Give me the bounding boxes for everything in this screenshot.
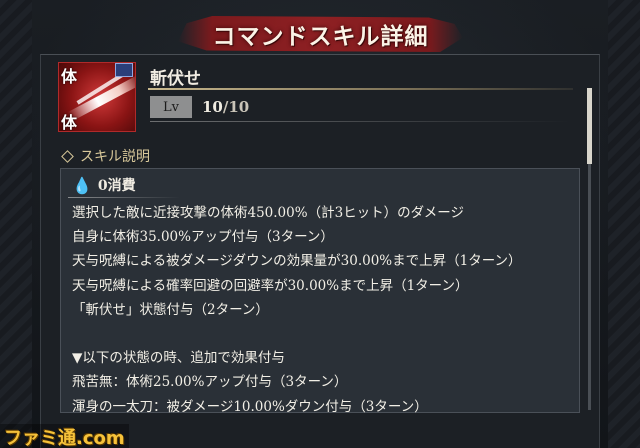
description-line-blank xyxy=(72,322,572,346)
icon-kanji-top: 体 xyxy=(61,67,78,86)
description-text: 選択した敵に近接攻撃の体術450.00%（計3ヒット）のダメージ 自身に体術35… xyxy=(72,201,572,419)
description-line: 渾身の一太刀：被ダメージ10.00%ダウン付与（3ターン） xyxy=(72,398,428,415)
level-max: 10 xyxy=(228,98,250,116)
skill-name: 斬伏せ xyxy=(150,69,201,89)
description-line: 「斬伏せ」状態付与（2ターン） xyxy=(72,301,269,318)
site-watermark: ファミ通.com xyxy=(0,424,129,448)
slash-stroke xyxy=(67,74,135,122)
level-divider xyxy=(150,121,570,122)
description-line: 選択した敵に近接攻撃の体術450.00%（計3ヒット）のダメージ xyxy=(72,205,464,221)
description-line: ▼以下の状態の時、追加で効果付与 xyxy=(72,350,285,367)
scrollbar-thumb[interactable] xyxy=(587,88,592,164)
cost-text: 0消費 xyxy=(97,178,136,194)
level-current: 10 xyxy=(202,98,223,116)
level-label: Lv xyxy=(150,96,192,118)
section-title: スキル説明 xyxy=(80,149,150,165)
title-banner: コマンドスキル詳細 xyxy=(178,14,463,54)
scrollbar[interactable] xyxy=(587,88,592,410)
diamond-icon xyxy=(61,149,74,163)
slash-attack-icon: 体 体 xyxy=(58,62,136,132)
description-line: 飛苦無：体術25.00%アップ付与（3ターン） xyxy=(72,374,348,391)
water-drop-icon: 💧 xyxy=(72,175,92,195)
cost-row: 💧 0消費 xyxy=(72,175,136,195)
level-row: Lv 10 / 10 xyxy=(150,96,249,118)
icon-kanji-bottom: 体 xyxy=(61,113,78,132)
section-header-skill-description: スキル説明 xyxy=(60,146,150,166)
skill-name-underline xyxy=(148,88,573,90)
right-border-decoration xyxy=(608,0,640,448)
attribute-badge-icon xyxy=(115,63,133,77)
description-line: 天与呪縛による被ダメージダウンの効果量が30.00%まで上昇（1ターン） xyxy=(72,253,522,270)
page-title: コマンドスキル詳細 xyxy=(212,24,429,50)
left-border-decoration xyxy=(0,0,32,448)
description-line: 自身に体術35.00%アップ付与（3ターン） xyxy=(72,229,334,246)
description-line: 天与呪縛による確率回避の回避率が30.00%まで上昇（1ターン） xyxy=(72,277,469,294)
cost-underline xyxy=(68,197,180,198)
